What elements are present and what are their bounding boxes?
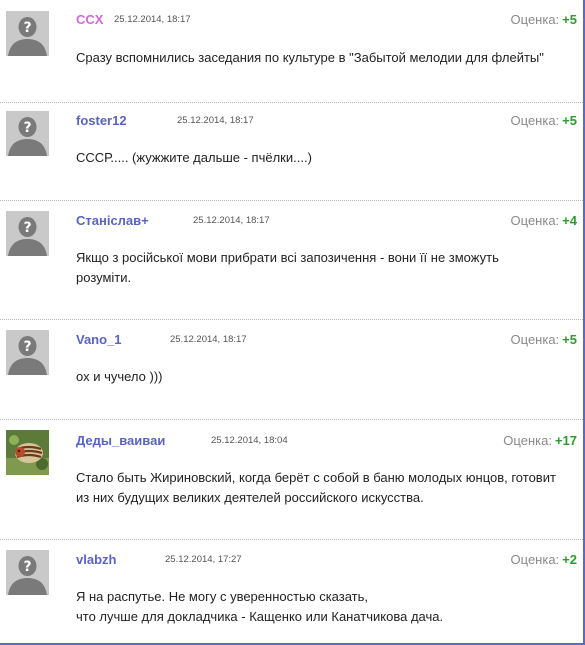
comment-text: Якщо з російської мови прибрати всі запо…: [76, 248, 571, 288]
comment-date: 25.12.2014, 18:17: [193, 215, 270, 226]
score-value: +4: [562, 213, 577, 228]
comment-text-line: Якщо з російської мови прибрати всі запо…: [76, 250, 499, 265]
comment-date: 25.12.2014, 18:04: [211, 435, 288, 446]
comment-author[interactable]: foster12: [76, 113, 127, 128]
score-label: Оценка:: [510, 113, 560, 128]
score-label: Оценка:: [503, 433, 552, 448]
comment-text-line: из них будущих великих деятелей российск…: [76, 490, 424, 505]
comment-author[interactable]: Деды_ваиваи: [76, 433, 165, 448]
comment-text-line: СССР..... (жужжите дальше - пчёлки....): [76, 150, 312, 165]
comment-text: СССР..... (жужжите дальше - пчёлки....): [76, 148, 571, 168]
score-label: Оценка:: [510, 12, 560, 27]
comment-separator: [0, 419, 583, 420]
comment-score: Оценка: +17: [503, 433, 577, 448]
comment-text-line: Я на распутье. Не могу с уверенностью ск…: [76, 589, 368, 604]
svg-text:?: ?: [23, 339, 31, 355]
comment-text-line: ох и чучело ))): [76, 369, 163, 384]
comment-text: Сразу вспомнились заседания по культуре …: [76, 48, 571, 68]
comment-separator: [0, 200, 583, 201]
score-value: +17: [554, 433, 577, 448]
comment-author[interactable]: vlabzh: [76, 552, 116, 567]
comment-score: Оценка: +5: [511, 332, 577, 347]
comment-text-line: что лучше для докладчика - Кащенко или К…: [76, 609, 444, 624]
comment-text-line: Сразу вспомнились заседания по культуре …: [76, 50, 544, 65]
score-label: Оценка:: [510, 552, 560, 567]
svg-text:?: ?: [23, 559, 31, 575]
comment-text: ох и чучело ))): [76, 367, 571, 387]
svg-text:?: ?: [23, 220, 31, 236]
comment-date: 25.12.2014, 18:17: [177, 115, 254, 126]
comment-text-line: розуміти.: [76, 270, 132, 285]
default-avatar-icon[interactable]: ?: [6, 211, 49, 256]
default-avatar-icon[interactable]: ?: [6, 11, 49, 56]
comment-date: 25.12.2014, 18:17: [114, 14, 191, 25]
score-label: Оценка:: [510, 213, 560, 228]
comment-date: 25.12.2014, 18:17: [170, 334, 247, 345]
comment-date: 25.12.2014, 17:27: [165, 554, 242, 565]
comment-text: Стало быть Жириновский, когда берёт с со…: [76, 468, 571, 508]
comment-score: Оценка: +2: [511, 552, 577, 567]
comment-text-line: Стало быть Жириновский, когда берёт с со…: [76, 470, 556, 485]
beetle-avatar-icon[interactable]: [6, 430, 49, 475]
score-value: +2: [562, 552, 577, 567]
comment-author[interactable]: CCX: [76, 12, 103, 27]
score-value: +5: [562, 12, 577, 27]
comment-score: Оценка: +4: [511, 213, 577, 228]
score-label: Оценка:: [510, 332, 560, 347]
comment-text: Я на распутье. Не могу с уверенностью ск…: [76, 587, 571, 627]
comment-separator: [0, 539, 583, 540]
comment-author[interactable]: Vano_1: [76, 332, 122, 347]
score-value: +5: [562, 113, 577, 128]
default-avatar-icon[interactable]: ?: [6, 111, 49, 156]
svg-text:?: ?: [23, 20, 31, 36]
default-avatar-icon[interactable]: ?: [6, 330, 49, 375]
score-value: +5: [562, 332, 577, 347]
comment-score: Оценка: +5: [511, 113, 577, 128]
comment-author[interactable]: Станіслав+: [76, 213, 149, 228]
comment-score: Оценка: +5: [511, 12, 577, 27]
comment-separator: [0, 102, 583, 103]
comment-separator: [0, 319, 583, 320]
svg-text:?: ?: [23, 120, 31, 136]
comments-panel: ? CCX 25.12.2014, 18:17 Оценка: +5 Сразу …: [0, 0, 585, 645]
default-avatar-icon[interactable]: ?: [6, 550, 49, 595]
